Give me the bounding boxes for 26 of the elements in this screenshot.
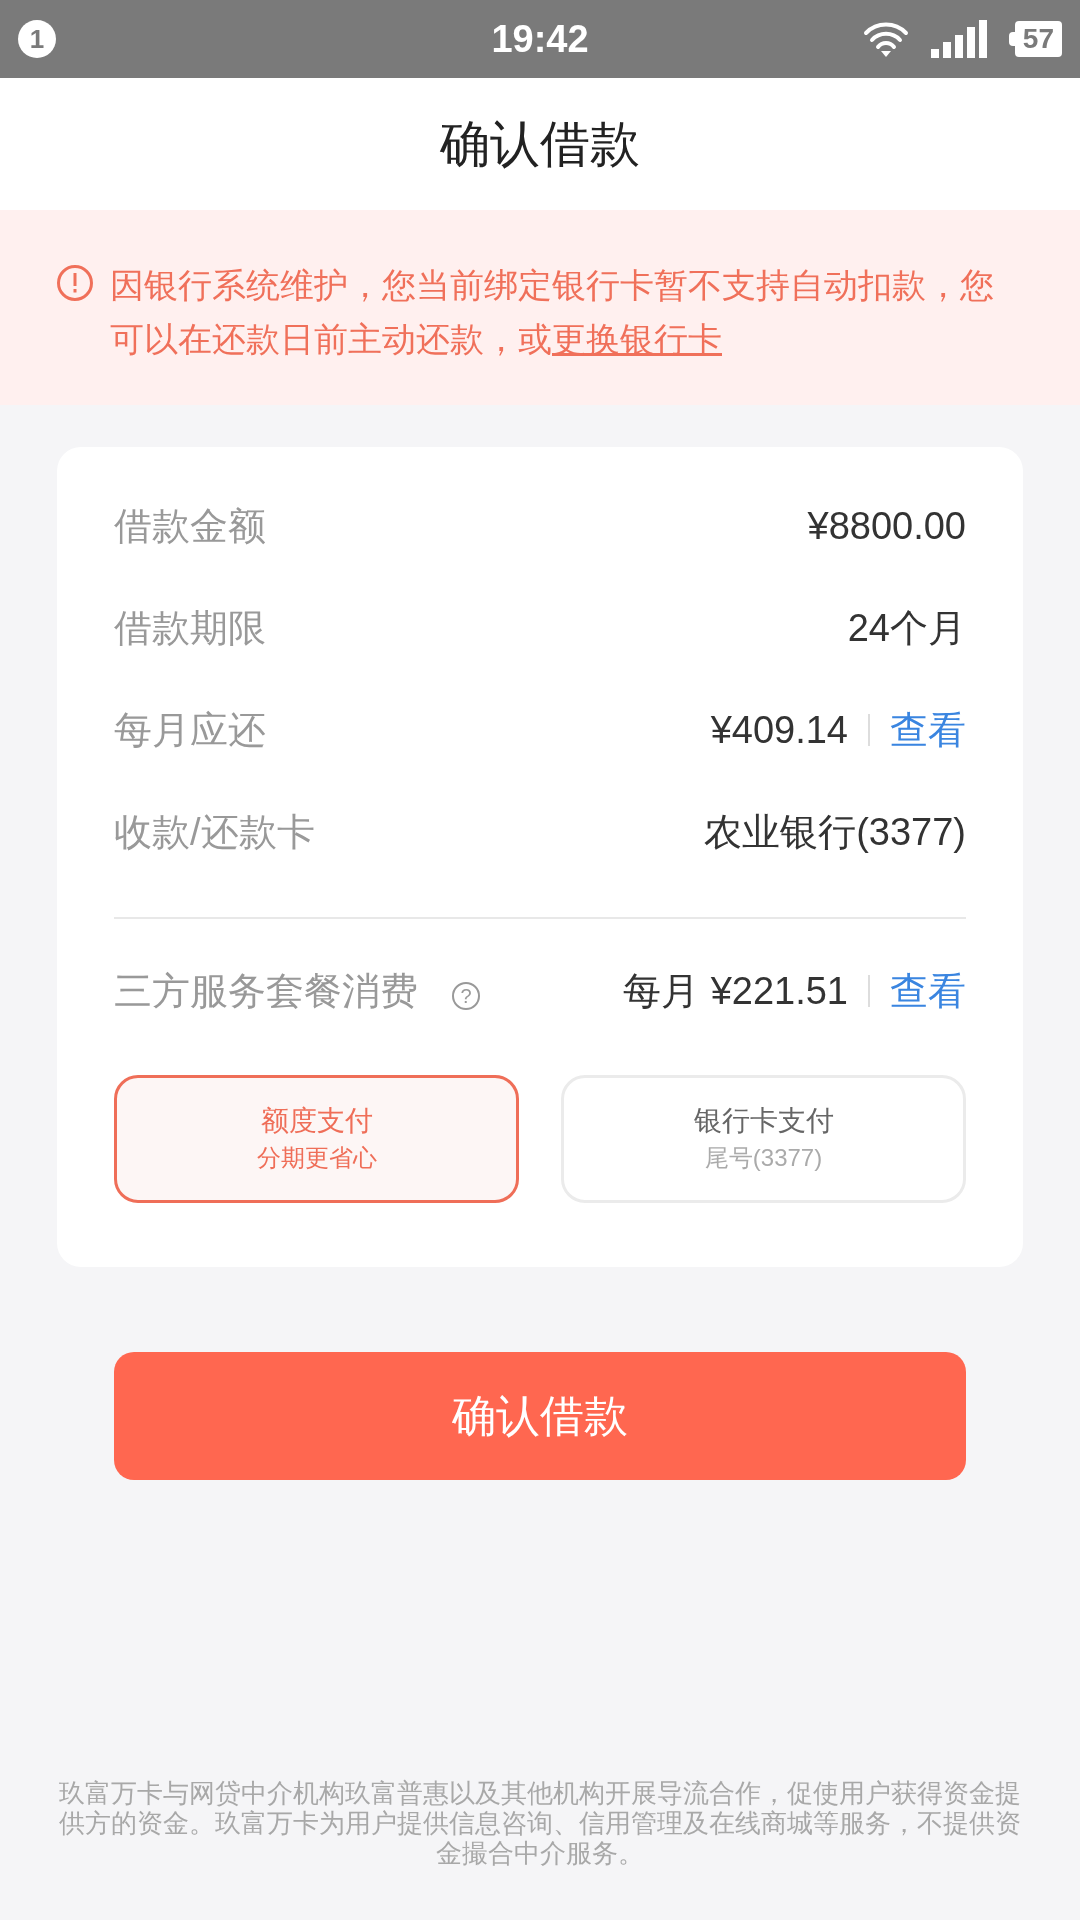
clock: 19:42 [491,16,589,62]
detail-label: 收款/还款卡 [114,809,315,855]
payment-option[interactable]: 银行卡支付 尾号(3377) [561,1075,966,1203]
notification-badge: 1 [18,20,56,58]
change-card-link[interactable]: 更换银行卡 [552,320,722,358]
disclaimer-text: 玖富万卡与网贷中介机构玖富普惠以及其他机构开展导流合作，促使用户获得资金提供方的资金。玖富万卡为用户提供信息咨询、信用管理及在线商城等服务，不提供资金撮合中介服务。 [58,1778,1022,1868]
detail-label: 每月应还 [114,707,266,753]
detail-label: 借款期限 [114,605,266,651]
help-icon[interactable]: ? [452,982,480,1010]
notice-text: 因银行系统维护，您当前绑定银行卡暂不支持自动扣款，您可以在还款日前主动还款，或更换银行卡 [110,265,995,360]
view-link[interactable]: 查看 [890,701,966,759]
detail-value: ¥409.14 [710,707,848,753]
detail-value: 24个月 [847,605,966,651]
detail-value: ¥221.51 [710,968,848,1014]
detail-value: 每月 [622,968,699,1014]
payment-option[interactable]: 额度支付 分期更省心 [114,1075,519,1203]
alert-icon [56,264,94,302]
detail-label: 三方服务套餐消费 [114,968,418,1014]
detail-label: 借款金额 [114,503,266,549]
detail-value: 农业银行(3377) [704,809,966,855]
view-link[interactable]: 查看 [890,962,966,1020]
confirm-button[interactable]: 确认借款 [114,1352,966,1480]
wifi-icon [862,20,909,58]
signal-icon [930,20,987,58]
page-title: 确认借款 [440,114,640,174]
detail-value: ¥8800.00 [807,503,966,549]
